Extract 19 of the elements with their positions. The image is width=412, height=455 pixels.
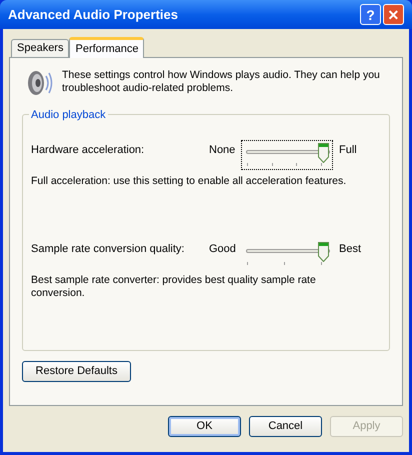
slider-max-label: Best [338,242,362,257]
slider-min-label: None [209,143,236,158]
tab[interactable]: Performance [69,37,144,58]
intro-text: These settings control how Windows plays audio. They can help you troubleshoot audio-related problems. [62,68,381,95]
close-button[interactable]: ✕ [383,4,404,25]
help-button[interactable]: ? [360,4,381,25]
window-title: Advanced Audio Properties [8,6,178,24]
group-title: Audio playback [29,107,108,124]
slider-max-label: Full [338,143,357,158]
setting-description: Full acceleration: use this setting to enable all acceleration features. [31,175,348,188]
slider[interactable] [241,140,333,170]
dialog-button[interactable]: OK [168,416,241,437]
setting-label: Sample rate conversion quality: [31,242,186,257]
tab[interactable]: Speakers [11,39,70,57]
restore-defaults-button[interactable]: Restore Defaults [22,361,131,382]
setting-label: Hardware acceleration: [31,143,146,158]
slider-min-label: Good [209,242,237,257]
setting-description: Best sample rate converter: provides best quality sample rate conversion. [31,274,317,300]
dialog-button[interactable]: Cancel [249,416,322,437]
